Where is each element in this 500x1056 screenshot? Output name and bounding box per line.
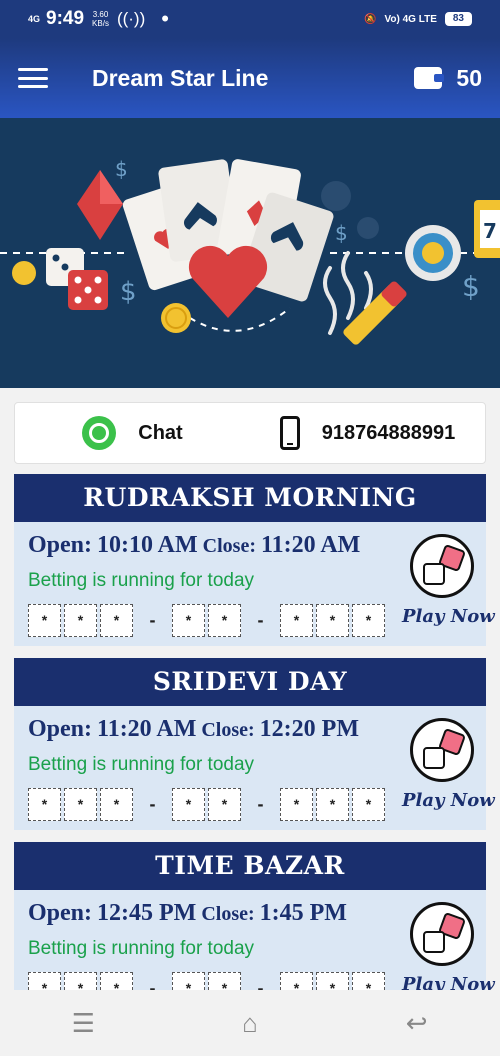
game-title: TIME BAZAR [14, 842, 486, 890]
result-digit: - [257, 794, 264, 814]
mute-icon: 🔕 [364, 13, 377, 25]
status-bar: 4G 9:49 3.60 KB/s ((·)) • 🔕 Vo) 4G LTE 8… [0, 0, 500, 38]
recent-apps-icon[interactable]: ☰ [53, 1008, 113, 1039]
result-digit: * [316, 788, 349, 821]
result-digit: * [28, 604, 61, 637]
phone-button[interactable]: 918764888991 [250, 416, 485, 450]
game-title: RUDRAKSH MORNING [14, 474, 486, 522]
network-speed-value: 3.60 [92, 10, 109, 19]
back-icon[interactable]: ↩ [387, 1008, 447, 1039]
status-right: 🔕 Vo) 4G LTE 83 [364, 12, 472, 26]
open-label: Open: [28, 716, 93, 742]
result-digit: * [352, 788, 385, 821]
result-digit: * [316, 604, 349, 637]
contact-bar: Chat 918764888991 [14, 402, 486, 464]
result-digit: * [208, 604, 241, 637]
dice-icon [410, 718, 474, 782]
result-digit: - [149, 794, 156, 814]
result-digit: * [100, 788, 133, 821]
casino-illustration: $ $ $ $ 7 [0, 157, 500, 345]
result-digit: * [280, 788, 313, 821]
open-time: 11:20 AM [97, 716, 197, 742]
close-label: Close: [201, 719, 255, 741]
close-time: 11:20 AM [261, 532, 361, 558]
result-digit: * [352, 604, 385, 637]
open-time: 10:10 AM [97, 532, 198, 558]
close-time: 1:45 PM [259, 900, 347, 926]
close-label: Close: [202, 535, 256, 557]
result-digit: * [100, 604, 133, 637]
game-times: Open: 11:20 AM Close: 12:20 PM [28, 716, 359, 743]
system-nav-bar: ☰ ⌂ ↩ [0, 990, 500, 1056]
game-title: SRIDEVI DAY [14, 658, 486, 706]
play-now-label: Play Now [402, 606, 495, 627]
casino-banner-image: $ $ $ $ 7 [0, 118, 500, 388]
svg-text:$: $ [335, 221, 348, 245]
result-digit: * [280, 604, 313, 637]
game-card[interactable]: TIME BAZAR Open: 12:45 PM Close: 1:45 PM… [14, 842, 495, 1014]
play-now-label: Play Now [402, 790, 495, 811]
wallet-icon [414, 67, 445, 89]
network-speed: 3.60 KB/s [92, 10, 109, 28]
whatsapp-icon [82, 416, 117, 450]
game-times: Open: 10:10 AM Close: 11:20 AM [28, 532, 360, 559]
game-status: Betting is running for today [28, 570, 255, 591]
lte-indicator: Vo) 4G LTE [384, 13, 437, 25]
result-digit: * [172, 788, 205, 821]
game-status: Betting is running for today [28, 754, 255, 775]
wallet-balance: 50 [456, 64, 482, 91]
dice-icon [410, 534, 474, 598]
chat-label: Chat [138, 421, 183, 444]
close-time: 12:20 PM [259, 716, 359, 742]
close-label: Close: [201, 903, 255, 925]
wallet-button[interactable]: 50 [414, 65, 482, 92]
result-digit: - [149, 610, 156, 630]
app-title: Dream Star Line [92, 64, 269, 91]
result-digit: * [208, 788, 241, 821]
result-digits: * * * - * * - * * * [28, 788, 385, 821]
clock: 9:49 [46, 8, 85, 29]
svg-text:$: $ [120, 277, 137, 307]
result-digits: * * * - * * - * * * [28, 604, 385, 637]
game-card[interactable]: SRIDEVI DAY Open: 11:20 AM Close: 12:20 … [14, 658, 495, 830]
chat-button[interactable]: Chat [15, 416, 250, 450]
phone-number: 918764888991 [321, 421, 456, 444]
battery-icon: 83 [444, 12, 472, 26]
svg-text:$: $ [462, 270, 480, 303]
notification-dot-icon: • [161, 6, 169, 31]
play-now-button[interactable]: Play Now [402, 534, 495, 644]
game-card[interactable]: RUDRAKSH MORNING Open: 10:10 AM Close: 1… [14, 474, 495, 646]
network-indicator: 4G [28, 13, 41, 24]
open-label: Open: [28, 532, 93, 558]
open-time: 12:45 PM [97, 900, 197, 926]
svg-text:$: $ [115, 157, 128, 181]
hotspot-icon: ((·)) [116, 9, 146, 28]
result-digit: * [64, 604, 97, 637]
result-digit: * [28, 788, 61, 821]
app-bar: Dream Star Line 50 [0, 38, 500, 118]
phone-icon [279, 416, 300, 450]
open-label: Open: [28, 900, 93, 926]
network-speed-unit: KB/s [92, 19, 109, 28]
svg-text:7: 7 [483, 219, 497, 243]
home-icon[interactable]: ⌂ [220, 1008, 280, 1039]
play-now-button[interactable]: Play Now [402, 718, 495, 828]
hamburger-icon[interactable] [18, 68, 48, 88]
dice-icon [410, 902, 474, 966]
result-digit: * [172, 604, 205, 637]
result-digit: - [257, 610, 264, 630]
game-status: Betting is running for today [28, 938, 255, 959]
game-times: Open: 12:45 PM Close: 1:45 PM [28, 900, 347, 927]
result-digit: * [64, 788, 97, 821]
